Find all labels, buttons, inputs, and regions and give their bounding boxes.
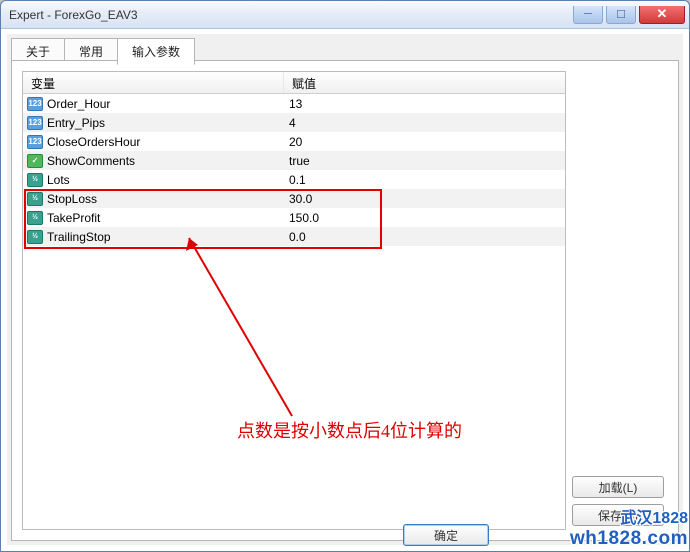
variable-cell[interactable]: ½ Lots — [23, 173, 283, 187]
variable-name: TrailingStop — [47, 230, 111, 244]
grid-body: 123 Order_Hour 13 123 Entry_Pips 4 123 CloseOrd… — [23, 94, 565, 246]
value-cell[interactable]: 20 — [283, 135, 565, 149]
dbl-type-icon: ½ — [27, 211, 43, 225]
bool-type-icon: ✓ — [27, 154, 43, 168]
value-cell[interactable]: 0.1 — [283, 173, 565, 187]
table-row[interactable]: ½ StopLoss 30.0 — [23, 189, 565, 208]
variable-name: Entry_Pips — [47, 116, 105, 130]
variable-cell[interactable]: 123 Order_Hour — [23, 97, 283, 111]
dbl-type-icon: ½ — [27, 230, 43, 244]
table-row[interactable]: ✓ ShowComments true — [23, 151, 565, 170]
dbl-type-icon: ½ — [27, 173, 43, 187]
variable-cell[interactable]: 123 CloseOrdersHour — [23, 135, 283, 149]
int-type-icon: 123 — [27, 135, 43, 149]
table-row[interactable]: 123 Entry_Pips 4 — [23, 113, 565, 132]
value-cell[interactable]: 150.0 — [283, 211, 565, 225]
value-cell[interactable]: 0.0 — [283, 230, 565, 244]
value-cell[interactable]: true — [283, 154, 565, 168]
table-row[interactable]: 123 Order_Hour 13 — [23, 94, 565, 113]
reset-button[interactable]: 重置 — [587, 524, 673, 546]
variable-name: Lots — [47, 173, 70, 187]
load-button[interactable]: 加载(L) — [572, 476, 664, 498]
table-row[interactable]: 123 CloseOrdersHour 20 — [23, 132, 565, 151]
variable-name: ShowComments — [47, 154, 135, 168]
header-value[interactable]: 赋值 — [283, 72, 565, 93]
variable-cell[interactable]: ½ TakeProfit — [23, 211, 283, 225]
variable-name: CloseOrdersHour — [47, 135, 140, 149]
inputs-panel: 变量 赋值 123 Order_Hour 13 123 Entry_Pips 4 123 Cl… — [11, 60, 679, 541]
save-button[interactable]: 保存(S) — [572, 504, 664, 526]
titlebar[interactable]: Expert - ForexGo_EAV3 ─ ☐ ✕ — [1, 1, 689, 29]
variable-cell[interactable]: ✓ ShowComments — [23, 154, 283, 168]
footer-button-group: 确定 取消 重置 — [403, 524, 673, 546]
int-type-icon: 123 — [27, 116, 43, 130]
expert-properties-window: Expert - ForexGo_EAV3 ─ ☐ ✕ 关于 常用 输入参数 变… — [0, 0, 690, 552]
close-button[interactable]: ✕ — [639, 6, 685, 24]
tab-inputs[interactable]: 输入参数 — [117, 38, 195, 65]
header-variable[interactable]: 变量 — [23, 72, 283, 93]
variable-name: TakeProfit — [47, 211, 100, 225]
variable-name: Order_Hour — [47, 97, 110, 111]
window-controls: ─ ☐ ✕ — [573, 6, 685, 24]
table-row[interactable]: ½ TakeProfit 150.0 — [23, 208, 565, 227]
window-title: Expert - ForexGo_EAV3 — [9, 8, 573, 22]
value-cell[interactable]: 30.0 — [283, 192, 565, 206]
side-button-group: 加载(L) 保存(S) — [572, 476, 664, 526]
table-row[interactable]: ½ Lots 0.1 — [23, 170, 565, 189]
client-area: 关于 常用 输入参数 变量 赋值 123Order_Hour13123Entry… — [7, 34, 683, 545]
grid-header: 变量 赋值 — [23, 72, 565, 94]
value-cell[interactable]: 4 — [283, 116, 565, 130]
variable-cell[interactable]: ½ TrailingStop — [23, 230, 283, 244]
maximize-button[interactable]: ☐ — [606, 6, 636, 24]
minimize-button[interactable]: ─ — [573, 6, 603, 24]
variable-cell[interactable]: ½ StopLoss — [23, 192, 283, 206]
cancel-button[interactable]: 取消 — [495, 524, 581, 546]
value-cell[interactable]: 13 — [283, 97, 565, 111]
table-row[interactable]: ½ TrailingStop 0.0 — [23, 227, 565, 246]
variable-cell[interactable]: 123 Entry_Pips — [23, 116, 283, 130]
int-type-icon: 123 — [27, 97, 43, 111]
parameters-grid[interactable]: 变量 赋值 123 Order_Hour 13 123 Entry_Pips 4 123 Cl… — [22, 71, 566, 530]
dbl-type-icon: ½ — [27, 192, 43, 206]
ok-button[interactable]: 确定 — [403, 524, 489, 546]
variable-name: StopLoss — [47, 192, 97, 206]
